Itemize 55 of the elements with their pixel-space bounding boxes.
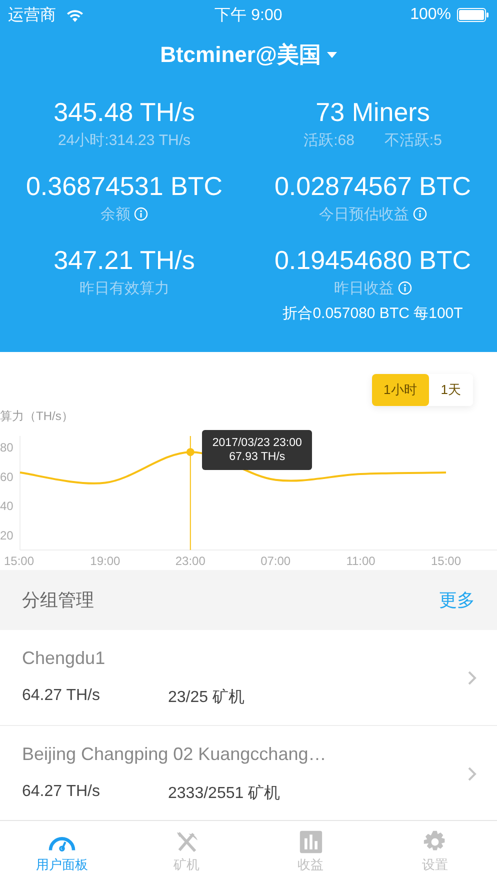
more-link[interactable]: 更多 [439, 588, 475, 612]
stat-label: 活跃:68 [304, 130, 354, 150]
battery-icon [457, 8, 489, 22]
axis-title: 算力（TH/s） [0, 408, 74, 425]
crosshair-marker [186, 448, 194, 456]
conversion-note: 折合0.057080 BTC 每100T [282, 304, 463, 323]
stat-value: 0.36874531 BTC [26, 170, 223, 202]
y-tick-label: 80 [0, 440, 14, 455]
stat-label: 不活跃:5 [384, 130, 442, 150]
group-miner-count: 23/25 矿机 [168, 688, 244, 708]
battery-percent: 100% [410, 6, 451, 24]
range-tab[interactable]: 1小时 [372, 374, 429, 406]
stat-value: 73 Miners [316, 96, 430, 128]
x-tick-label: 07:00 [260, 554, 291, 568]
stat-label: 今日预估收益 [318, 204, 409, 224]
account-selector[interactable]: Btcminer@美国 [160, 40, 337, 70]
tab-bar-item[interactable]: 设置 [372, 821, 497, 883]
x-tick-label: 19:00 [90, 554, 120, 568]
status-time: 下午 9:00 [214, 6, 282, 26]
chevron-right-icon [467, 670, 477, 686]
group-hashrate: 64.27 TH/s [22, 782, 101, 802]
chevron-right-icon [467, 766, 477, 782]
tab-bar-item[interactable]: 用户面板 [0, 821, 124, 883]
group-row[interactable]: Chengdu1 64.27 TH/s 23/25 矿机 [0, 630, 497, 726]
x-tick-label: 15:00 [430, 554, 462, 568]
group-miner-count: 2333/2551 矿机 [168, 784, 280, 804]
y-tick-label: 60 [0, 470, 14, 484]
info-icon[interactable] [398, 281, 412, 295]
range-tab[interactable]: 1天 [428, 374, 473, 406]
x-tick-label: 15:00 [4, 554, 34, 568]
group-name: Beijing Changping 02 Kuangcchang… [22, 744, 328, 764]
stat-label: 24小时:314.23 TH/s [58, 130, 191, 150]
stat-label: 余额 [100, 204, 130, 224]
tab-bar-item[interactable]: 矿机 [124, 821, 248, 883]
info-icon[interactable] [412, 207, 427, 221]
section-title: 分组管理 [22, 589, 94, 612]
stat-value: 0.19454680 BTC [274, 244, 472, 276]
group-hashrate: 64.27 TH/s [22, 686, 101, 706]
tooltip-text: 2017/03/23 23:00 [212, 437, 302, 449]
tooltip-text: 67.93 TH/s [229, 451, 286, 463]
group-name: Chengdu1 [22, 648, 106, 668]
tab-bar-item[interactable]: 收益 [248, 821, 373, 883]
stat-value: 345.48 TH/s [54, 96, 195, 128]
caret-icon [326, 52, 337, 58]
stat-label: 昨日有效算力 [79, 278, 170, 298]
x-tick-label: 11:00 [346, 554, 376, 568]
stat-value: 347.21 TH/s [54, 244, 195, 276]
stat-value: 0.02874567 BTC [274, 170, 472, 202]
y-tick-label: 40 [0, 499, 14, 514]
x-tick-label: 23:00 [175, 554, 206, 568]
y-tick-label: 20 [0, 528, 14, 542]
stat-label: 昨日收益 [334, 278, 394, 298]
wifi-icon [66, 8, 84, 22]
info-icon[interactable] [134, 207, 148, 221]
carrier-name: 运营商 [8, 6, 56, 26]
